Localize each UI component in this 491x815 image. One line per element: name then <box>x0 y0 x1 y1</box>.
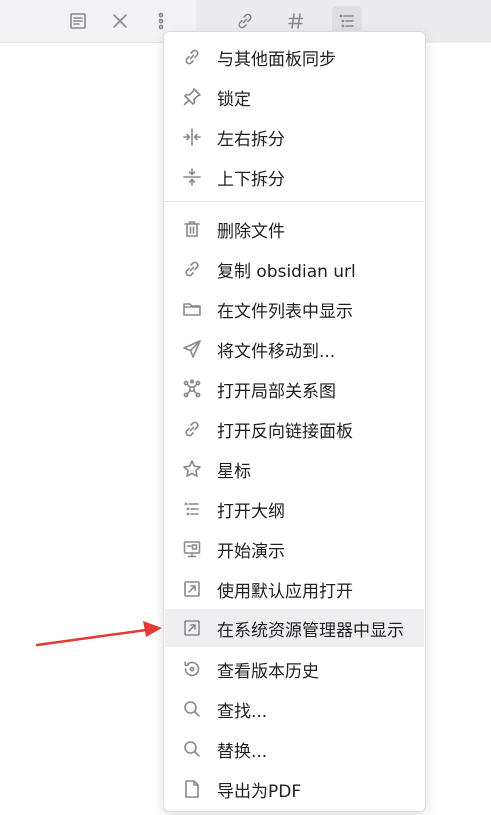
menu-item-label: 上下拆分 <box>217 169 285 190</box>
menu-item-open-outline[interactable]: 打开大纲 <box>165 490 424 528</box>
menu-item-label: 替换... <box>217 741 268 762</box>
menu-item-label: 打开反向链接面板 <box>217 421 353 442</box>
menu-separator <box>165 201 424 202</box>
menu-item-label: 使用默认应用打开 <box>217 581 353 602</box>
folder-icon <box>181 298 203 320</box>
menu-item-star[interactable]: 星标 <box>165 450 424 488</box>
menu-item-label: 锁定 <box>217 89 251 110</box>
menu-item-find[interactable]: 查找... <box>165 690 424 728</box>
menu-item-label: 与其他面板同步 <box>217 49 336 70</box>
trash-icon <box>181 218 203 240</box>
link-icon <box>181 418 203 440</box>
menu-item-label: 在文件列表中显示 <box>217 301 353 322</box>
menu-item-replace[interactable]: 替换... <box>165 730 424 768</box>
graph-icon <box>181 378 203 400</box>
menu-item-label: 查找... <box>217 701 268 722</box>
file-icon <box>181 778 203 800</box>
menu-item-open-local-graph[interactable]: 打开局部关系图 <box>165 370 424 408</box>
menu-item-copy-url[interactable]: 复制 obsidian url <box>165 250 424 288</box>
search-icon <box>181 738 203 760</box>
file-context-menu: 与其他面板同步 锁定 左右拆分 上下拆分 删除文件 复制 obsidian ur… <box>163 31 426 812</box>
menu-item-reveal-in-file-list[interactable]: 在文件列表中显示 <box>165 290 424 328</box>
menu-item-label: 在系统资源管理器中显示 <box>217 620 404 641</box>
menu-item-open-default-app[interactable]: 使用默认应用打开 <box>165 570 424 608</box>
menu-item-label: 开始演示 <box>217 541 285 562</box>
menu-item-label: 复制 obsidian url <box>217 261 356 282</box>
menu-item-label: 打开局部关系图 <box>217 381 336 402</box>
menu-item-start-presentation[interactable]: 开始演示 <box>165 530 424 568</box>
menu-item-move-file[interactable]: 将文件移动到... <box>165 330 424 368</box>
link-icon <box>181 46 203 68</box>
menu-item-label: 打开大纲 <box>217 501 285 522</box>
menu-item-label: 导出为PDF <box>217 781 302 802</box>
send-icon <box>181 338 203 360</box>
menu-item-label: 将文件移动到... <box>217 341 336 362</box>
menu-item-label: 查看版本历史 <box>217 661 319 682</box>
menu-item-reveal-in-explorer[interactable]: 在系统资源管理器中显示 <box>165 609 424 647</box>
menu-item-version-history[interactable]: 查看版本历史 <box>165 650 424 688</box>
star-icon <box>181 458 203 480</box>
pin-icon <box>181 86 203 108</box>
reading-view-icon[interactable] <box>63 6 93 36</box>
menu-item-label: 左右拆分 <box>217 129 285 150</box>
history-icon <box>181 658 203 680</box>
menu-item-delete-file[interactable]: 删除文件 <box>165 210 424 248</box>
menu-item-lock[interactable]: 锁定 <box>165 78 424 116</box>
menu-item-label: 星标 <box>217 461 251 482</box>
outline-icon <box>181 498 203 520</box>
menu-item-split-horizontal[interactable]: 上下拆分 <box>165 158 424 196</box>
link-icon <box>181 258 203 280</box>
open-external-icon <box>181 578 203 600</box>
split-horizontal-icon <box>181 166 203 188</box>
menu-item-split-vertical[interactable]: 左右拆分 <box>165 118 424 156</box>
open-external-icon <box>181 617 203 639</box>
menu-item-open-backlinks[interactable]: 打开反向链接面板 <box>165 410 424 448</box>
menu-item-sync-panels[interactable]: 与其他面板同步 <box>165 38 424 76</box>
split-vertical-icon <box>181 126 203 148</box>
menu-item-label: 删除文件 <box>217 221 285 242</box>
close-icon[interactable] <box>105 6 135 36</box>
menu-item-export-pdf[interactable]: 导出为PDF <box>165 770 424 808</box>
search-icon <box>181 698 203 720</box>
presentation-icon <box>181 538 203 560</box>
